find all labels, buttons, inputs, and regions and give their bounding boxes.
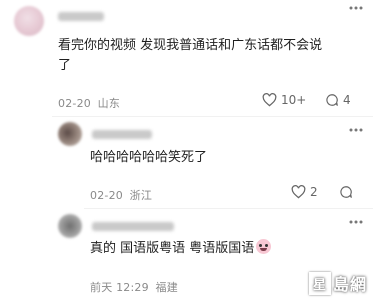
watermark-box: 星 xyxy=(308,271,331,295)
more-icon xyxy=(349,6,363,10)
heart-icon xyxy=(291,185,306,199)
more-button[interactable] xyxy=(349,6,363,10)
heart-icon xyxy=(262,93,277,107)
site-watermark-logo: 星 島網 xyxy=(308,271,367,295)
comment-text: 哈哈哈哈哈哈笑死了 xyxy=(90,150,208,165)
more-icon xyxy=(349,128,363,132)
divider xyxy=(52,116,373,117)
reply-count: 4 xyxy=(343,93,351,107)
comment-date: 02-20 xyxy=(58,97,91,110)
comment-text-line2: 了 xyxy=(58,58,72,73)
watermark-text: 島網 xyxy=(332,275,367,294)
like-count: 2 xyxy=(310,185,318,199)
laughing-face-emoji-icon xyxy=(256,239,272,254)
comment-meta: 前天 12:29 福建 xyxy=(90,279,178,295)
comment-text: 看完你的视频 发现我普通话和广东话都不会说 了 xyxy=(58,36,368,76)
comment-location: 福建 xyxy=(155,281,178,294)
comment-bubble-icon xyxy=(340,186,352,198)
comment-meta: 02-20 浙江 xyxy=(90,187,152,203)
username-blurred[interactable] xyxy=(92,130,152,139)
comment-date: 02-20 xyxy=(90,189,123,202)
more-icon xyxy=(349,220,363,224)
reply-button[interactable]: 4 xyxy=(325,93,351,107)
comment-meta: 02-20 山东 xyxy=(58,95,120,111)
divider xyxy=(84,208,373,209)
avatar[interactable] xyxy=(58,214,82,238)
comment-location: 浙江 xyxy=(129,189,153,202)
comment-text-content: 真的 国语版粤语 粤语版国语 xyxy=(90,241,255,256)
like-button[interactable]: 10+ xyxy=(262,93,306,107)
comment-location: 山东 xyxy=(97,97,121,110)
comment-text: 真的 国语版粤语 粤语版国语 xyxy=(90,239,272,259)
like-button[interactable]: 2 xyxy=(291,185,318,199)
like-count: 10+ xyxy=(281,93,307,107)
username-blurred[interactable] xyxy=(58,12,104,21)
comment-bubble-icon xyxy=(326,94,338,106)
more-button[interactable] xyxy=(349,220,363,224)
comment-date: 前天 12:29 xyxy=(90,281,149,294)
avatar[interactable] xyxy=(14,6,44,36)
comment-text-line1: 看完你的视频 发现我普通话和广东话都不会说 xyxy=(58,38,323,53)
avatar[interactable] xyxy=(58,122,82,146)
username-blurred[interactable] xyxy=(92,222,174,231)
reply-button[interactable] xyxy=(339,185,353,199)
more-button[interactable] xyxy=(349,128,363,132)
